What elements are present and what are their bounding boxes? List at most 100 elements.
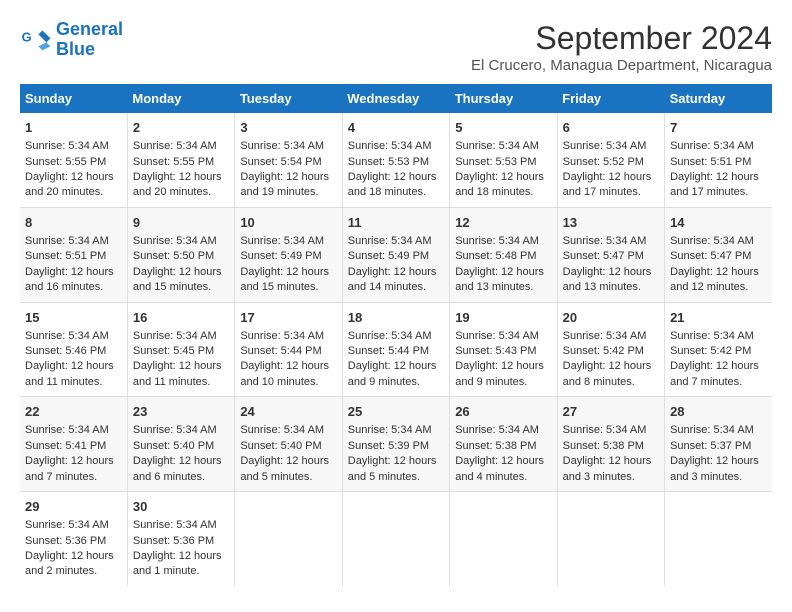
- sunset-label: Sunset: 5:36 PM: [133, 535, 214, 547]
- day-number: 27: [563, 403, 659, 421]
- sunset-label: Sunset: 5:38 PM: [455, 440, 536, 452]
- daylight-label: Daylight: 12 hours and 17 minutes.: [563, 171, 652, 198]
- calendar-week-row: 22Sunrise: 5:34 AMSunset: 5:41 PMDayligh…: [20, 397, 772, 492]
- sunrise-label: Sunrise: 5:34 AM: [455, 330, 539, 342]
- sunset-label: Sunset: 5:42 PM: [563, 345, 644, 357]
- day-number: 5: [455, 119, 551, 137]
- sunset-label: Sunset: 5:42 PM: [670, 345, 751, 357]
- daylight-label: Daylight: 12 hours and 6 minutes.: [133, 455, 222, 482]
- calendar-cell: 10Sunrise: 5:34 AMSunset: 5:49 PMDayligh…: [235, 207, 342, 302]
- sunrise-label: Sunrise: 5:34 AM: [25, 519, 109, 531]
- svg-text:G: G: [22, 29, 32, 44]
- calendar-week-row: 1Sunrise: 5:34 AMSunset: 5:55 PMDaylight…: [20, 113, 772, 207]
- daylight-label: Daylight: 12 hours and 4 minutes.: [455, 455, 544, 482]
- calendar-cell: 25Sunrise: 5:34 AMSunset: 5:39 PMDayligh…: [342, 397, 449, 492]
- calendar-cell: 3Sunrise: 5:34 AMSunset: 5:54 PMDaylight…: [235, 113, 342, 207]
- sunset-label: Sunset: 5:55 PM: [25, 156, 106, 168]
- sunset-label: Sunset: 5:44 PM: [240, 345, 321, 357]
- sunset-label: Sunset: 5:51 PM: [25, 250, 106, 262]
- weekday-header-row: SundayMondayTuesdayWednesdayThursdayFrid…: [20, 84, 772, 113]
- weekday-header-thursday: Thursday: [450, 84, 557, 113]
- weekday-header-friday: Friday: [557, 84, 664, 113]
- sunrise-label: Sunrise: 5:34 AM: [670, 424, 754, 436]
- daylight-label: Daylight: 12 hours and 7 minutes.: [670, 360, 759, 387]
- calendar-cell: 4Sunrise: 5:34 AMSunset: 5:53 PMDaylight…: [342, 113, 449, 207]
- sunset-label: Sunset: 5:37 PM: [670, 440, 751, 452]
- daylight-label: Daylight: 12 hours and 13 minutes.: [455, 266, 544, 293]
- calendar-week-row: 29 Sunrise: 5:34 AM Sunset: 5:36 PM Dayligh…: [20, 492, 772, 586]
- daylight-label: Daylight: 12 hours and 2 minutes.: [25, 550, 114, 577]
- weekday-header-monday: Monday: [127, 84, 234, 113]
- day-number: 18: [348, 309, 444, 327]
- day-number: 16: [133, 309, 229, 327]
- day-number: 12: [455, 214, 551, 232]
- calendar-cell: 5Sunrise: 5:34 AMSunset: 5:53 PMDaylight…: [450, 113, 557, 207]
- daylight-label: Daylight: 12 hours and 12 minutes.: [670, 266, 759, 293]
- calendar-cell: 28Sunrise: 5:34 AMSunset: 5:37 PMDayligh…: [665, 397, 772, 492]
- calendar-cell: 14Sunrise: 5:34 AMSunset: 5:47 PMDayligh…: [665, 207, 772, 302]
- sunset-label: Sunset: 5:46 PM: [25, 345, 106, 357]
- day-number: 20: [563, 309, 659, 327]
- sunset-label: Sunset: 5:49 PM: [240, 250, 321, 262]
- sunrise-label: Sunrise: 5:34 AM: [670, 140, 754, 152]
- header: G General Blue September 2024 El Crucero…: [20, 20, 772, 74]
- calendar-cell: 19Sunrise: 5:34 AMSunset: 5:43 PMDayligh…: [450, 302, 557, 397]
- sunset-label: Sunset: 5:49 PM: [348, 250, 429, 262]
- daylight-label: Daylight: 12 hours and 3 minutes.: [670, 455, 759, 482]
- daylight-label: Daylight: 12 hours and 7 minutes.: [25, 455, 114, 482]
- daylight-label: Daylight: 12 hours and 13 minutes.: [563, 266, 652, 293]
- weekday-header-wednesday: Wednesday: [342, 84, 449, 113]
- sunset-label: Sunset: 5:53 PM: [348, 156, 429, 168]
- day-number: 3: [240, 119, 336, 137]
- daylight-label: Daylight: 12 hours and 11 minutes.: [25, 360, 114, 387]
- weekday-header-tuesday: Tuesday: [235, 84, 342, 113]
- calendar-cell: 8Sunrise: 5:34 AMSunset: 5:51 PMDaylight…: [20, 207, 127, 302]
- sunset-label: Sunset: 5:52 PM: [563, 156, 644, 168]
- sunset-label: Sunset: 5:41 PM: [25, 440, 106, 452]
- sunrise-label: Sunrise: 5:34 AM: [240, 235, 324, 247]
- daylight-label: Daylight: 12 hours and 20 minutes.: [133, 171, 222, 198]
- sunrise-label: Sunrise: 5:34 AM: [563, 424, 647, 436]
- sunset-label: Sunset: 5:47 PM: [563, 250, 644, 262]
- day-number: 21: [670, 309, 767, 327]
- daylight-label: Daylight: 12 hours and 19 minutes.: [240, 171, 329, 198]
- day-number: 14: [670, 214, 767, 232]
- calendar-cell: 30Sunrise: 5:34 AMSunset: 5:36 PMDayligh…: [127, 492, 234, 586]
- calendar-cell: 23Sunrise: 5:34 AMSunset: 5:40 PMDayligh…: [127, 397, 234, 492]
- calendar-cell: 2Sunrise: 5:34 AMSunset: 5:55 PMDaylight…: [127, 113, 234, 207]
- month-title: September 2024: [471, 20, 772, 57]
- calendar-cell: 27Sunrise: 5:34 AMSunset: 5:38 PMDayligh…: [557, 397, 664, 492]
- daylight-label: Daylight: 12 hours and 3 minutes.: [563, 455, 652, 482]
- sunset-label: Sunset: 5:48 PM: [455, 250, 536, 262]
- sunrise-label: Sunrise: 5:34 AM: [348, 235, 432, 247]
- calendar-cell: [450, 492, 557, 586]
- calendar-cell: 1Sunrise: 5:34 AMSunset: 5:55 PMDaylight…: [20, 113, 127, 207]
- calendar-cell: 11Sunrise: 5:34 AMSunset: 5:49 PMDayligh…: [342, 207, 449, 302]
- calendar-week-row: 8Sunrise: 5:34 AMSunset: 5:51 PMDaylight…: [20, 207, 772, 302]
- logo-icon: G: [20, 24, 52, 56]
- calendar-cell: 15Sunrise: 5:34 AMSunset: 5:46 PMDayligh…: [20, 302, 127, 397]
- sunrise-label: Sunrise: 5:34 AM: [455, 235, 539, 247]
- day-number: 17: [240, 309, 336, 327]
- calendar-cell: 7Sunrise: 5:34 AMSunset: 5:51 PMDaylight…: [665, 113, 772, 207]
- calendar-cell: 20Sunrise: 5:34 AMSunset: 5:42 PMDayligh…: [557, 302, 664, 397]
- sunrise-label: Sunrise: 5:34 AM: [455, 140, 539, 152]
- daylight-label: Daylight: 12 hours and 16 minutes.: [25, 266, 114, 293]
- sunrise-label: Sunrise: 5:34 AM: [240, 330, 324, 342]
- daylight-label: Daylight: 12 hours and 1 minute.: [133, 550, 222, 577]
- day-number: 6: [563, 119, 659, 137]
- sunset-label: Sunset: 5:40 PM: [133, 440, 214, 452]
- logo: G General Blue: [20, 20, 123, 60]
- day-number: 29: [25, 498, 122, 516]
- sunrise-label: Sunrise: 5:34 AM: [133, 235, 217, 247]
- location-title: El Crucero, Managua Department, Nicaragu…: [471, 57, 772, 74]
- sunset-label: Sunset: 5:44 PM: [348, 345, 429, 357]
- daylight-label: Daylight: 12 hours and 18 minutes.: [455, 171, 544, 198]
- sunrise-label: Sunrise: 5:34 AM: [348, 330, 432, 342]
- calendar-cell: 29Sunrise: 5:34 AMSunset: 5:36 PMDayligh…: [20, 492, 127, 586]
- weekday-header-saturday: Saturday: [665, 84, 772, 113]
- sunrise-label: Sunrise: 5:34 AM: [133, 140, 217, 152]
- sunrise-label: Sunrise: 5:34 AM: [25, 235, 109, 247]
- daylight-label: Daylight: 12 hours and 9 minutes.: [348, 360, 437, 387]
- calendar-cell: 17Sunrise: 5:34 AMSunset: 5:44 PMDayligh…: [235, 302, 342, 397]
